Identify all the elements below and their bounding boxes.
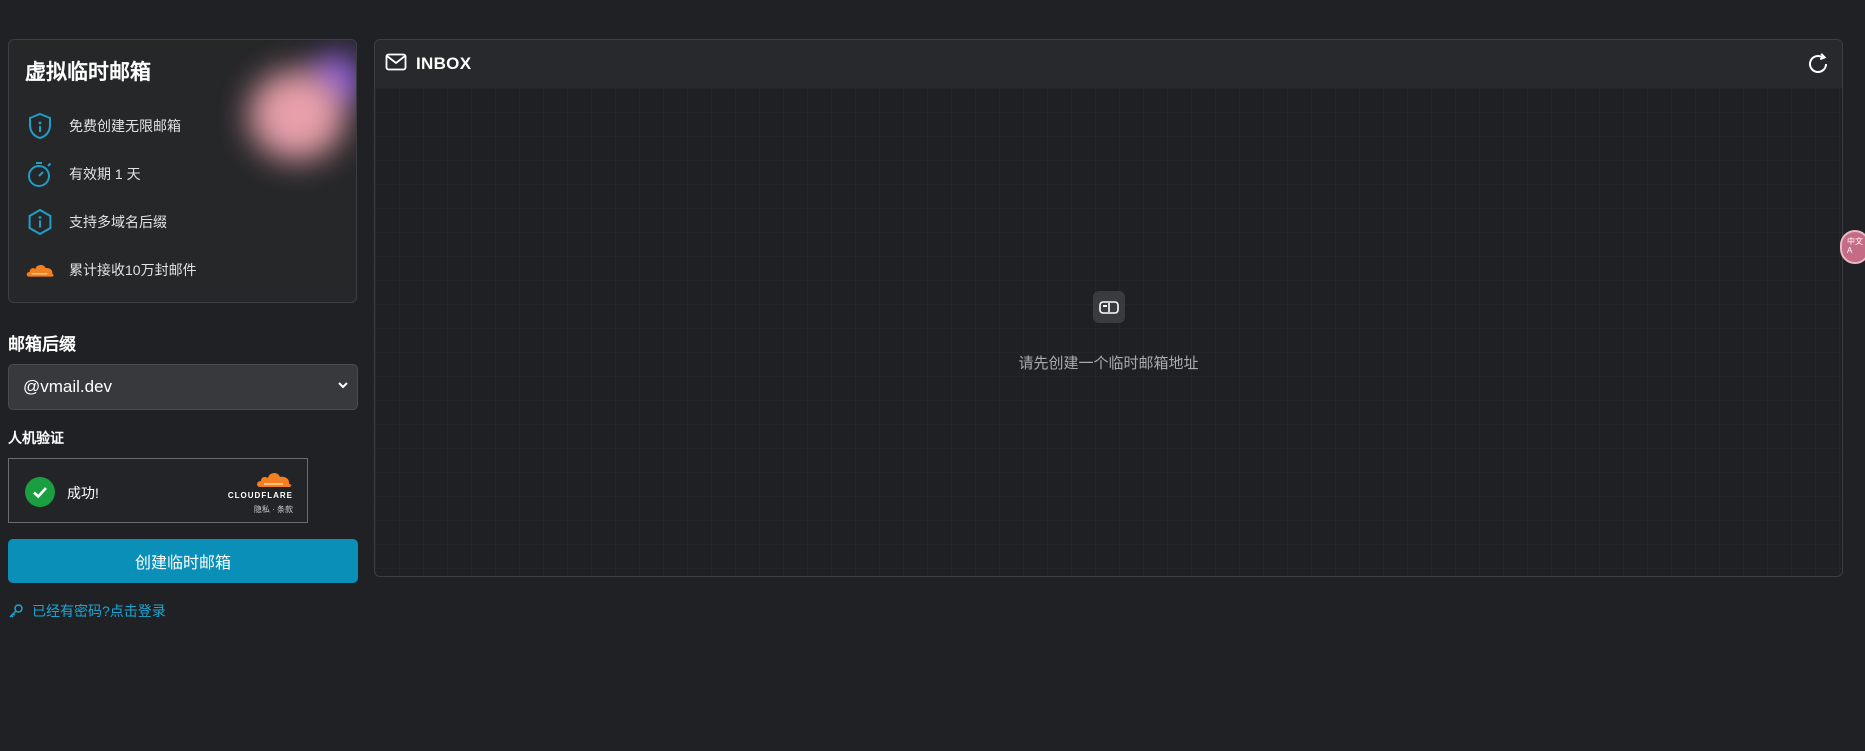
cloudflare-brand: CLOUDFLARE 隐私 · 条款 — [213, 469, 293, 515]
suffix-label: 邮箱后缀 — [8, 335, 76, 354]
key-icon — [8, 603, 24, 619]
verification-label: 人机验证 — [8, 430, 64, 446]
login-link-text: 已经有密码?点击登录 — [32, 603, 166, 619]
translate-extension-button[interactable]: 中文 A — [1840, 230, 1865, 264]
mailbox-icon — [1093, 291, 1125, 323]
captcha-widget[interactable]: 成功! CLOUDFLARE 隐私 · 条款 — [8, 458, 308, 523]
feature-text: 累计接收10万封邮件 — [69, 262, 197, 278]
inbox-panel: INBOX 请先创建一个临时邮箱地址 — [374, 39, 1843, 577]
cloudflare-logo-icon — [257, 472, 292, 487]
info-icon — [25, 207, 55, 237]
suffix-select[interactable]: @vmail.dev — [8, 364, 358, 410]
feature-text: 免费创建无限邮箱 — [69, 118, 181, 134]
info-card: 虚拟临时邮箱 免费创建无限邮箱 有效期 1 天 支持多域名后缀 累计接收10万封… — [8, 39, 357, 303]
decorative-glow — [249, 70, 345, 160]
captcha-privacy-links[interactable]: 隐私 · 条款 — [213, 504, 293, 515]
suffix-select-value: @vmail.dev — [23, 377, 113, 396]
extension-text-2: A — [1847, 246, 1853, 255]
feature-validity: 有效期 1 天 — [25, 159, 141, 189]
cloudflare-icon — [25, 255, 55, 285]
inbox-header: INBOX — [375, 40, 1842, 88]
info-card-title: 虚拟临时邮箱 — [25, 61, 151, 84]
cloudflare-wordmark: CLOUDFLARE — [227, 491, 293, 500]
chevron-down-icon — [337, 378, 349, 396]
mail-icon — [385, 53, 407, 76]
inbox-title: INBOX — [416, 54, 472, 73]
login-link[interactable]: 已经有密码?点击登录 — [8, 601, 166, 621]
extension-text: 中文 — [1847, 237, 1863, 246]
feature-domains: 支持多域名后缀 — [25, 207, 167, 237]
empty-inbox-message: 请先创建一个临时邮箱地址 — [1018, 355, 1199, 372]
stopwatch-icon — [25, 159, 55, 189]
feature-received: 累计接收10万封邮件 — [25, 255, 197, 285]
success-check-icon — [25, 477, 55, 507]
feature-text: 支持多域名后缀 — [69, 214, 167, 230]
feature-text: 有效期 1 天 — [69, 166, 141, 182]
create-mailbox-button[interactable]: 创建临时邮箱 — [8, 539, 358, 583]
shield-icon — [25, 111, 55, 141]
refresh-icon[interactable] — [1806, 52, 1830, 76]
feature-unlimited: 免费创建无限邮箱 — [25, 111, 181, 141]
captcha-status: 成功! — [67, 485, 99, 501]
